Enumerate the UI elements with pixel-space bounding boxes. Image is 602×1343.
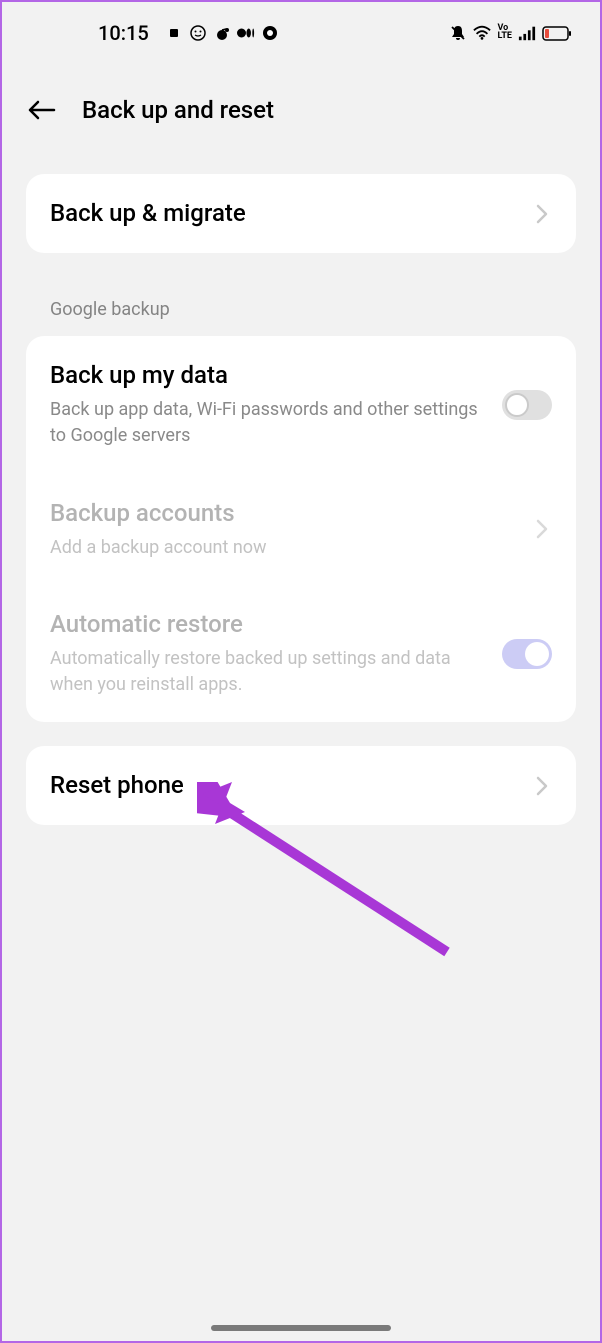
toggle-thumb <box>525 642 549 666</box>
header: Back up and reset <box>2 58 600 174</box>
battery-low-icon <box>542 24 572 42</box>
google-backup-label: Google backup <box>26 277 576 336</box>
content: Back up & migrate Google backup Back up … <box>2 174 600 825</box>
backup-migrate-content: Back up & migrate <box>50 198 532 229</box>
reset-phone-title: Reset phone <box>50 770 516 801</box>
toggle-thumb <box>505 393 529 417</box>
backup-my-data-toggle[interactable] <box>502 390 552 420</box>
status-bar: 10:15 VoLTE <box>2 2 600 58</box>
chevron-right-icon <box>532 204 552 224</box>
status-icons-left <box>165 24 279 42</box>
volte-icon: VoLTE <box>497 24 512 42</box>
status-left: 10:15 <box>30 21 279 45</box>
automatic-restore-title: Automatic restore <box>50 609 486 640</box>
bell-muted-icon <box>449 24 467 42</box>
backup-migrate-title: Back up & migrate <box>50 198 516 229</box>
reset-phone-card: Reset phone <box>26 746 576 825</box>
medium-icon <box>237 24 255 42</box>
circle-icon <box>261 24 279 42</box>
charge-icon <box>165 24 183 42</box>
chevron-right-icon <box>532 776 552 796</box>
automatic-restore-content: Automatic restore Automatically restore … <box>50 609 502 698</box>
chevron-right-icon <box>532 519 552 539</box>
wifi-icon <box>473 24 491 42</box>
backup-accounts-content: Backup accounts Add a backup account now <box>50 498 532 561</box>
automatic-restore-item[interactable]: Automatic restore Automatically restore … <box>26 585 576 722</box>
backup-my-data-item[interactable]: Back up my data Back up app data, Wi-Fi … <box>26 336 576 473</box>
signal-icon <box>518 24 536 42</box>
reset-phone-content: Reset phone <box>50 770 532 801</box>
backup-my-data-title: Back up my data <box>50 360 486 391</box>
home-indicator[interactable] <box>211 1325 391 1331</box>
back-button[interactable] <box>26 94 58 126</box>
backup-my-data-content: Back up my data Back up app data, Wi-Fi … <box>50 360 502 449</box>
backup-accounts-title: Backup accounts <box>50 498 516 529</box>
status-time: 10:15 <box>98 21 149 45</box>
backup-accounts-item[interactable]: Backup accounts Add a backup account now <box>26 474 576 585</box>
status-right: VoLTE <box>449 24 572 42</box>
reddit-icon <box>213 24 231 42</box>
backup-my-data-subtitle: Back up app data, Wi-Fi passwords and ot… <box>50 397 486 449</box>
automatic-restore-toggle[interactable] <box>502 639 552 669</box>
google-backup-card: Back up my data Back up app data, Wi-Fi … <box>26 336 576 722</box>
backup-accounts-subtitle: Add a backup account now <box>50 535 516 561</box>
page-title: Back up and reset <box>82 96 274 124</box>
reset-phone-item[interactable]: Reset phone <box>26 746 576 825</box>
face-icon <box>189 24 207 42</box>
backup-migrate-item[interactable]: Back up & migrate <box>26 174 576 253</box>
backup-migrate-card: Back up & migrate <box>26 174 576 253</box>
automatic-restore-subtitle: Automatically restore backed up settings… <box>50 646 486 698</box>
